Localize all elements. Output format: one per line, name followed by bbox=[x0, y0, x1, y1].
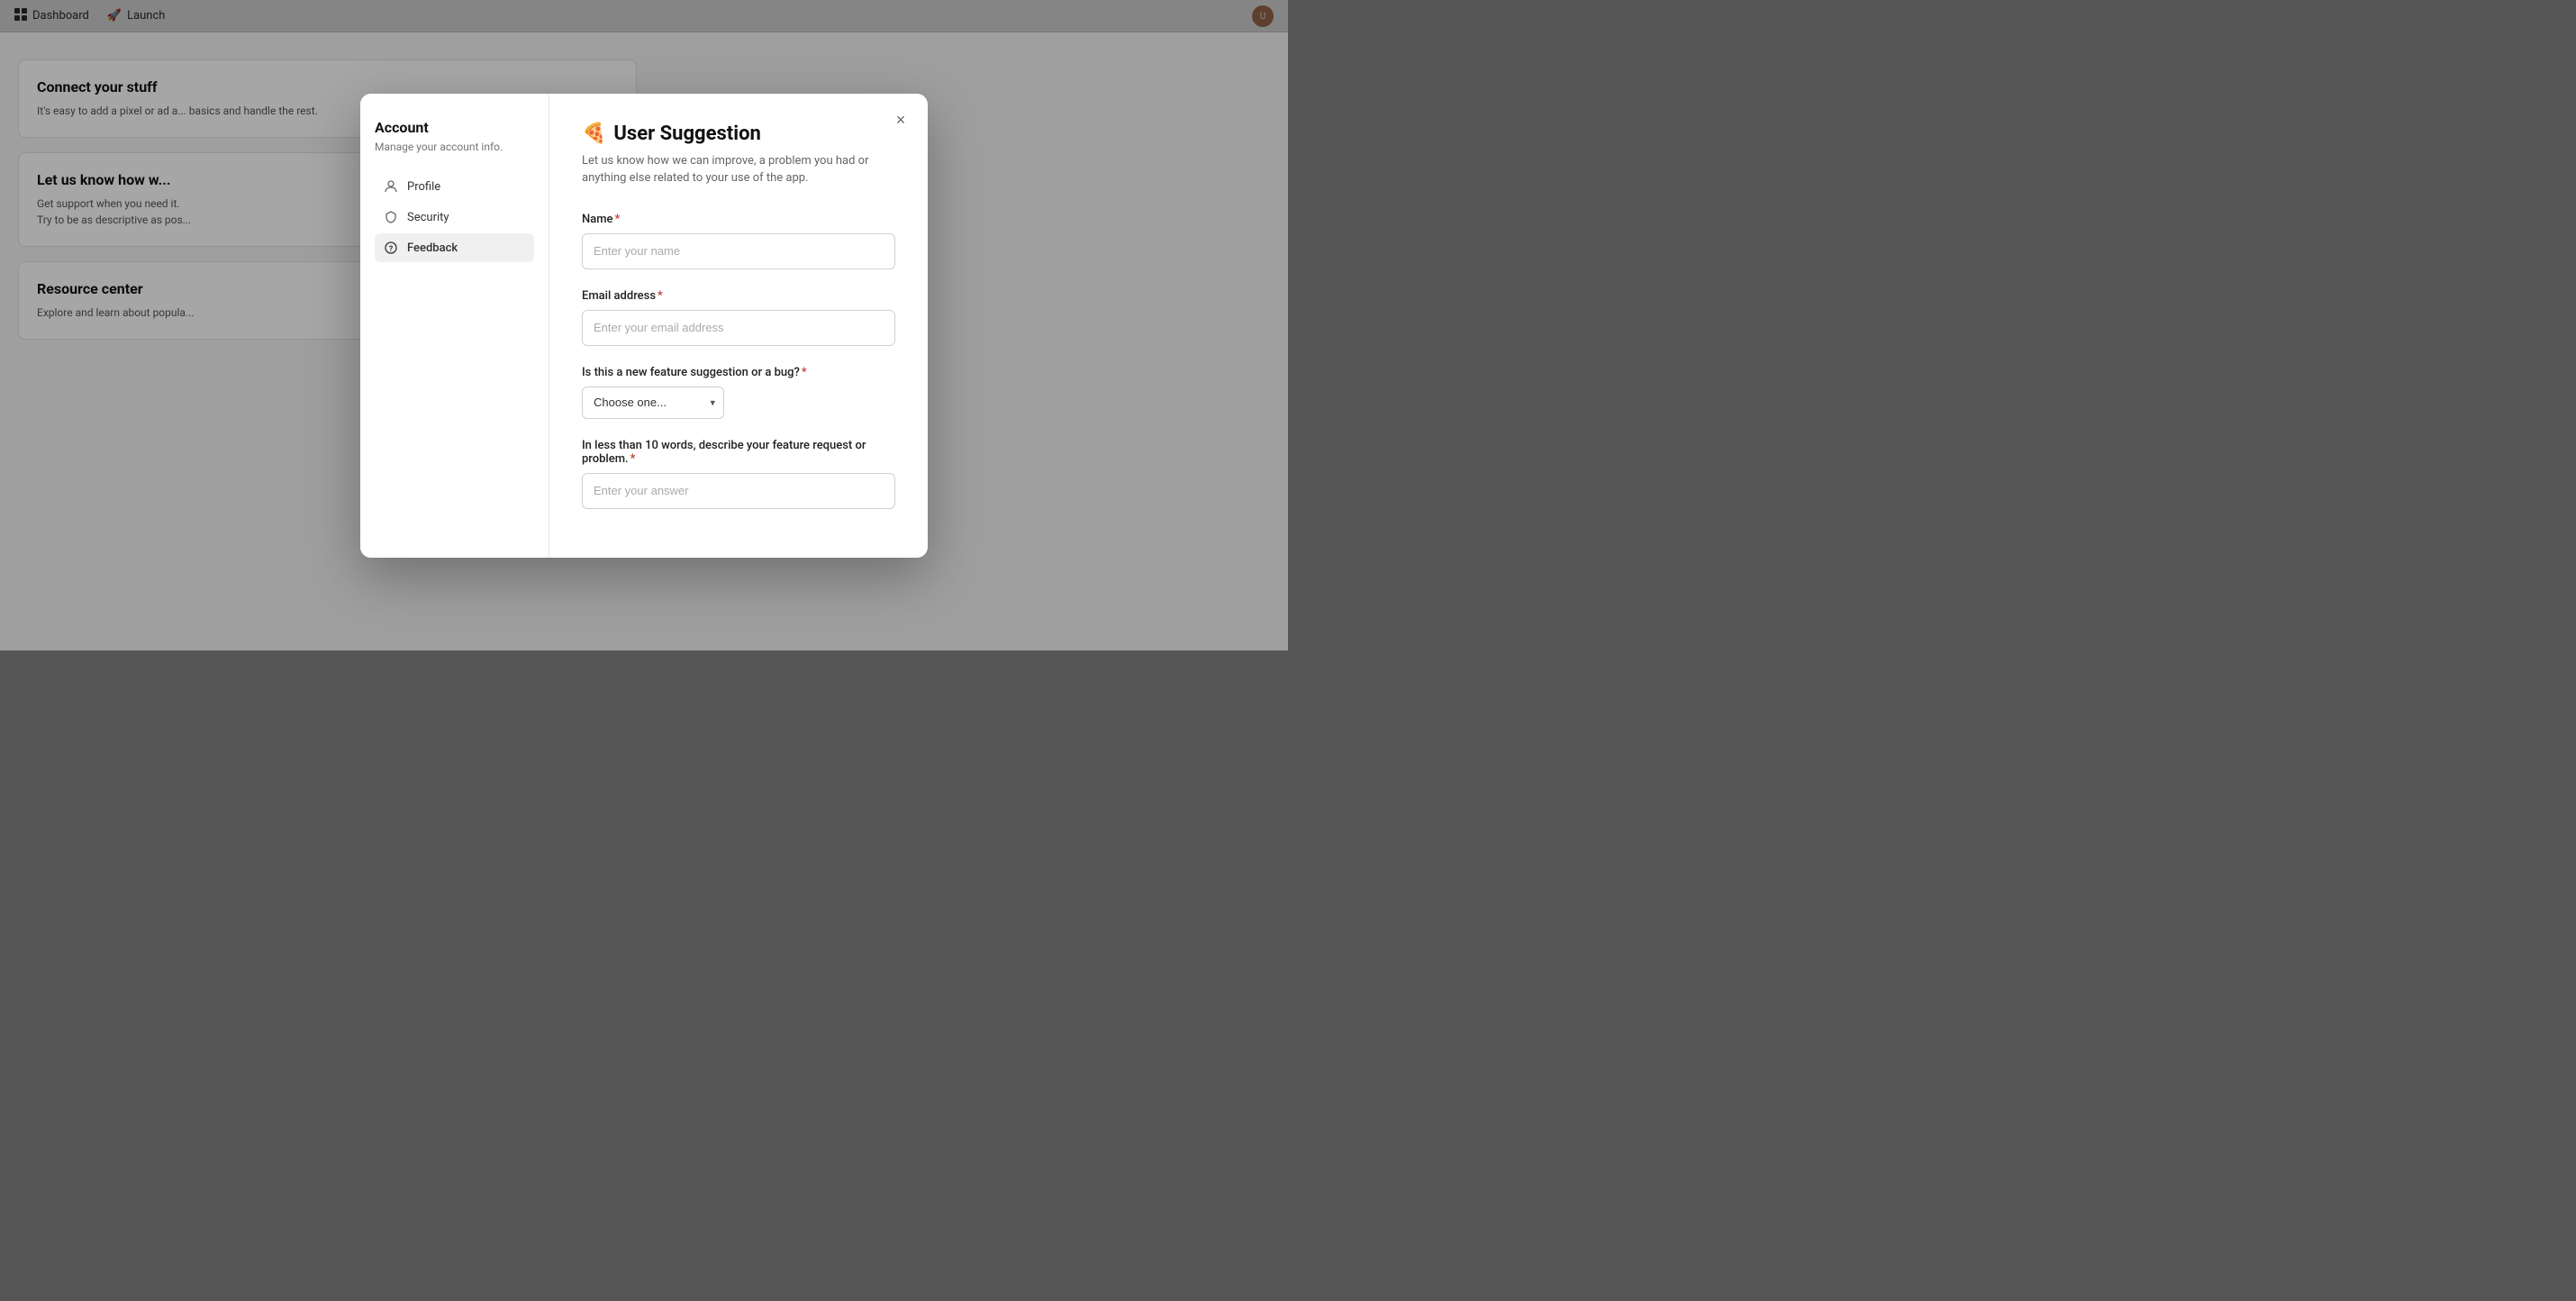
type-field-group: Is this a new feature suggestion or a bu… bbox=[582, 366, 895, 419]
name-required-star: * bbox=[615, 213, 621, 226]
close-button[interactable]: × bbox=[888, 108, 913, 133]
help-icon: ? bbox=[384, 241, 398, 255]
sidebar-item-profile[interactable]: Profile bbox=[375, 172, 534, 201]
form-title: 🍕 User Suggestion bbox=[582, 123, 895, 145]
sidebar-subtitle: Manage your account info. bbox=[375, 140, 534, 155]
shield-icon bbox=[384, 210, 398, 224]
type-label: Is this a new feature suggestion or a bu… bbox=[582, 366, 895, 379]
account-modal: Account Manage your account info. Profil… bbox=[360, 94, 928, 558]
sidebar-nav: Profile Security ? bbox=[375, 172, 534, 262]
name-field-group: Name* bbox=[582, 213, 895, 269]
email-required-star: * bbox=[658, 289, 663, 303]
description-field-group: In less than 10 words, describe your fea… bbox=[582, 439, 895, 509]
modal-sidebar: Account Manage your account info. Profil… bbox=[360, 94, 549, 558]
sidebar-title: Account bbox=[375, 119, 534, 136]
person-icon bbox=[384, 179, 398, 194]
sidebar-item-security[interactable]: Security bbox=[375, 203, 534, 232]
description-label: In less than 10 words, describe your fea… bbox=[582, 439, 895, 466]
email-label: Email address* bbox=[582, 289, 895, 303]
type-select[interactable]: Choose one... Feature suggestion Bug rep… bbox=[582, 387, 724, 419]
svg-text:?: ? bbox=[389, 245, 394, 254]
modal-overlay: Account Manage your account info. Profil… bbox=[0, 0, 1288, 650]
name-input[interactable] bbox=[582, 233, 895, 269]
description-input[interactable] bbox=[582, 473, 895, 509]
feedback-label: Feedback bbox=[407, 241, 458, 255]
email-input[interactable] bbox=[582, 310, 895, 346]
form-title-text: User Suggestion bbox=[613, 123, 760, 145]
type-required-star: * bbox=[802, 366, 807, 379]
email-field-group: Email address* bbox=[582, 289, 895, 346]
profile-label: Profile bbox=[407, 180, 440, 194]
sidebar-item-feedback[interactable]: ? Feedback bbox=[375, 233, 534, 262]
type-select-wrapper: Choose one... Feature suggestion Bug rep… bbox=[582, 387, 724, 419]
form-emoji: 🍕 bbox=[582, 123, 606, 145]
form-description: Let us know how we can improve, a proble… bbox=[582, 152, 895, 187]
name-label: Name* bbox=[582, 213, 895, 226]
modal-main: × 🍕 User Suggestion Let us know how we c… bbox=[549, 94, 928, 558]
description-required-star: * bbox=[630, 452, 636, 466]
security-label: Security bbox=[407, 211, 449, 224]
